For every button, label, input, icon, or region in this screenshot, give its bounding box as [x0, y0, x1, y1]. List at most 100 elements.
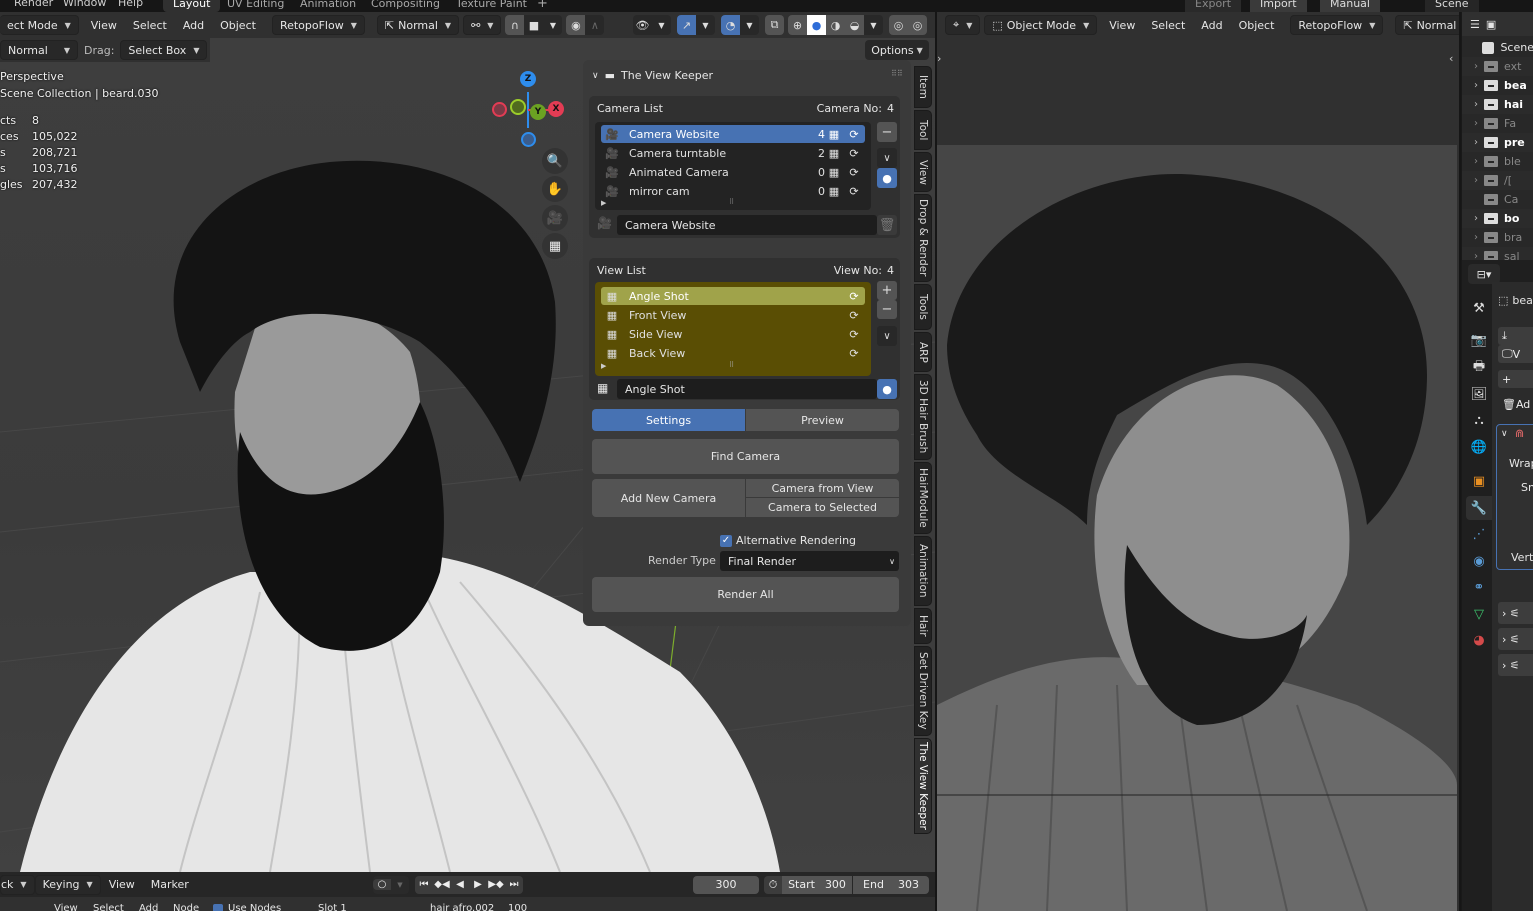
menu-help[interactable]: Help — [118, 0, 143, 9]
expand-arrow-icon[interactable]: › — [1462, 213, 1484, 224]
slot-dropdown[interactable]: Slot 1 — [318, 903, 347, 911]
menu-add[interactable]: Add — [175, 19, 212, 32]
sidebar-tab-animation[interactable]: Animation — [914, 536, 932, 606]
view-name-field[interactable]: Angle Shot — [617, 379, 877, 399]
workspace-tab-compositing[interactable]: Compositing — [361, 0, 450, 12]
chevron-down-icon[interactable]: ▼ — [740, 15, 759, 35]
outliner-row[interactable]: › ble — [1462, 152, 1533, 171]
refresh-icon[interactable]: ⟳ — [843, 290, 865, 303]
keying-dropdown[interactable]: Keying ▼ — [34, 874, 101, 895]
refresh-icon[interactable]: ⟳ — [843, 128, 865, 141]
sidebar-tab-tool[interactable]: Tool — [914, 110, 932, 150]
drag-select-box-dropdown[interactable]: Select Box ▼ — [120, 40, 208, 60]
render-region-icon[interactable]: ◎ — [889, 15, 908, 35]
list-resize-handle[interactable]: ⠿ — [729, 361, 734, 369]
object-properties-icon[interactable]: ▣ — [1466, 469, 1492, 493]
transform-orientation-dropdown[interactable]: ⇱Normal▼ — [376, 15, 460, 35]
tool-properties-icon[interactable]: ⚒ — [1466, 296, 1492, 320]
outliner-row[interactable]: › ext — [1462, 57, 1533, 76]
prev-keyframe-icon[interactable]: ◆◀ — [433, 879, 451, 890]
view-list-item[interactable]: ▦ Front View ⟳ — [601, 306, 865, 324]
jump-start-icon[interactable]: ⏮ — [415, 879, 433, 890]
particles-properties-icon[interactable]: ⋰ — [1466, 522, 1492, 546]
menu-node[interactable]: Node — [173, 903, 199, 911]
jump-end-icon[interactable]: ⏭ — [505, 879, 523, 890]
list-expand-icon[interactable]: ▶ — [601, 362, 606, 370]
options-dropdown[interactable]: Options ▼ — [865, 40, 929, 60]
collapse-chevron-icon[interactable]: ∨ — [1501, 429, 1508, 439]
zoom-icon[interactable]: 🔍 — [542, 148, 568, 174]
output-properties-icon[interactable]: 🖶 — [1466, 356, 1492, 380]
constraints-properties-icon[interactable]: ⚭ — [1466, 575, 1492, 599]
filter-icon[interactable]: ▣ — [1486, 18, 1496, 31]
outliner-row[interactable]: › hai — [1462, 95, 1533, 114]
chevron-down-icon[interactable]: ▼ — [696, 15, 715, 35]
outliner-row[interactable]: Ca — [1462, 190, 1533, 209]
world-properties-icon[interactable]: 🌐 — [1466, 435, 1492, 459]
expand-arrow-icon[interactable]: › — [1462, 80, 1484, 91]
expand-arrow-icon[interactable]: › — [1462, 251, 1484, 260]
menu-select[interactable]: Select — [1143, 19, 1193, 32]
gizmo-x-axis[interactable]: X — [548, 101, 564, 117]
gizmo-toggle-icon[interactable]: ↗ — [677, 15, 696, 35]
refresh-icon[interactable]: ⟳ — [843, 347, 865, 360]
refresh-icon[interactable]: ⟳ — [843, 147, 865, 160]
chevron-down-icon[interactable]: ▼ — [864, 15, 883, 35]
pivot-point-dropdown[interactable]: ⚯ ▼ — [463, 15, 502, 35]
workspace-tab-animation[interactable]: Animation — [290, 0, 366, 12]
sidebar-tab-tools[interactable]: Tools — [914, 284, 932, 330]
camera-list-item[interactable]: 🎥 Animated Camera 0 ▦ ⟳ — [601, 163, 865, 181]
selectability-icon[interactable]: 👁 — [633, 15, 652, 35]
scene-selector[interactable]: Scene — [1425, 0, 1479, 12]
camera-list[interactable]: 🎥 Camera Website 4 ▦ ⟳ 🎥 Camera turntable 2 ▦ ⟳ … — [595, 122, 871, 210]
outliner-row[interactable]: › /[ — [1462, 171, 1533, 190]
add-view-button[interactable]: + — [877, 281, 897, 300]
area-divider[interactable] — [935, 12, 937, 911]
sidebar-tab-hair[interactable]: Hair — [914, 608, 932, 644]
camera-list-menu-button[interactable]: ∨ — [877, 148, 897, 168]
overlay-toggle-icon[interactable]: ◔ — [721, 15, 740, 35]
right-3d-viewport[interactable]: ⌖ ▼ ⬚ Object Mode ▼ View Select Add Object … — [937, 12, 1459, 911]
expand-arrow-icon[interactable]: › — [1462, 118, 1484, 129]
view-list-item[interactable]: ▦ Angle Shot ⟳ — [601, 287, 865, 305]
editor-type-dropdown[interactable]: ⌖ ▼ — [945, 15, 981, 35]
expand-sidebar-icon[interactable]: ‹ — [1449, 52, 1453, 65]
transform-orientation-dropdown[interactable]: ⇱Normal▼ — [1395, 15, 1459, 35]
outliner-row[interactable]: › Fa — [1462, 114, 1533, 133]
material-shading-icon[interactable]: ◑ — [826, 15, 845, 35]
render-all-button[interactable]: Render All — [592, 577, 899, 612]
material-name-field[interactable]: hair afro.002 — [430, 903, 494, 911]
menu-object[interactable]: Object — [212, 19, 264, 32]
camera-name-field[interactable]: Camera Website — [617, 215, 877, 235]
retopoflow-menu[interactable]: RetopoFlow ▼ — [271, 15, 365, 35]
tab-preview[interactable]: Preview — [746, 409, 899, 431]
camera-list-item[interactable]: 🎥 Camera Website 4 ▦ ⟳ — [601, 125, 865, 143]
play-icon[interactable]: ▶ — [469, 879, 487, 890]
menu-select[interactable]: Select — [125, 19, 175, 32]
render-preview-icon[interactable]: ◎ — [908, 15, 927, 35]
alt-rendering-checkbox[interactable]: ✓ — [720, 534, 732, 547]
sidebar-tab-item[interactable]: Item — [914, 66, 932, 108]
sidebar-tab-3d-hair-brush[interactable]: 3D Hair Brush — [914, 374, 932, 460]
menu-window[interactable]: Window — [63, 0, 106, 9]
list-resize-handle[interactable]: ⠿ — [729, 198, 734, 206]
stopwatch-icon[interactable]: ⏱ — [764, 875, 782, 894]
refresh-icon[interactable]: ⟳ — [843, 309, 865, 322]
camera-from-view-button[interactable]: Camera from View — [746, 479, 899, 497]
add-modifier-button[interactable]: + — [1498, 370, 1533, 388]
expand-arrow-icon[interactable]: › — [1462, 232, 1484, 243]
modifier-properties-icon[interactable]: 🔧 — [1466, 496, 1492, 520]
view-list-item[interactable]: ▦ Side View ⟳ — [601, 325, 865, 343]
expand-arrow-icon[interactable]: › — [1462, 61, 1484, 72]
expand-arrow-icon[interactable]: › — [1462, 137, 1484, 148]
outliner-scene-row[interactable]: Scene — [1462, 38, 1533, 57]
next-keyframe-icon[interactable]: ▶◆ — [487, 879, 505, 890]
display-mode-icon[interactable]: ☰ — [1470, 18, 1480, 31]
list-expand-icon[interactable]: ▶ — [601, 199, 606, 207]
delete-camera-icon[interactable]: 🗑 — [877, 215, 897, 235]
sidebar-tab-hairmodule[interactable]: HairModule — [914, 462, 932, 534]
outliner-row[interactable]: › bo — [1462, 209, 1533, 228]
workspace-tab-uv-editing[interactable]: UV Editing — [217, 0, 294, 12]
data-properties-icon[interactable]: ▽ — [1466, 602, 1492, 626]
physics-properties-icon[interactable]: ◉ — [1466, 549, 1492, 573]
